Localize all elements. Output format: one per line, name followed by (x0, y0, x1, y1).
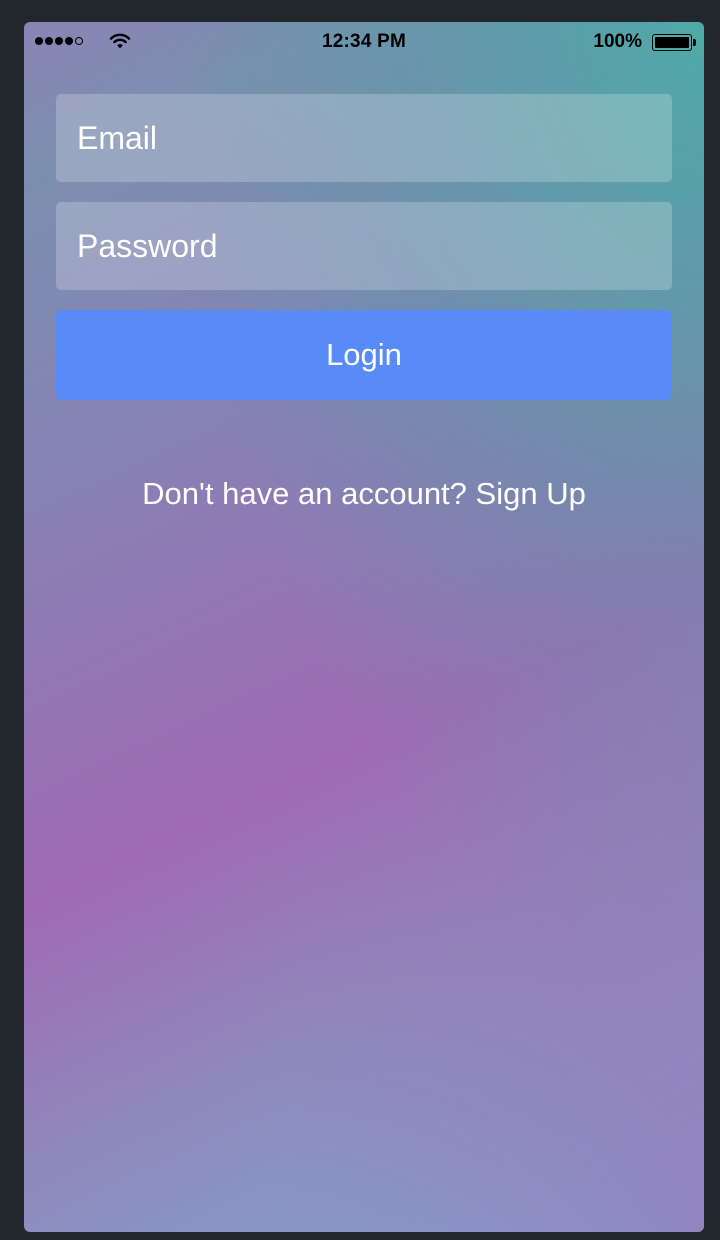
signup-link[interactable]: Sign Up (476, 476, 586, 511)
signup-prompt-text: Don't have an account? (142, 476, 467, 511)
battery-level (655, 37, 689, 48)
battery-icon (652, 34, 692, 51)
battery-tip (693, 39, 696, 46)
email-field[interactable] (56, 94, 672, 182)
login-form: Login Don't have an account? Sign Up (56, 94, 672, 512)
login-button[interactable]: Login (56, 310, 672, 400)
signup-prompt: Don't have an account? Sign Up (56, 476, 672, 512)
email-field-container (56, 94, 672, 182)
phone-screen: 12:34 PM 100% Login Don't have an accoun… (24, 22, 704, 1232)
status-bar: 12:34 PM 100% (24, 22, 704, 62)
password-field[interactable] (56, 202, 672, 290)
password-field-container (56, 202, 672, 290)
battery-percentage: 100% (593, 31, 642, 52)
